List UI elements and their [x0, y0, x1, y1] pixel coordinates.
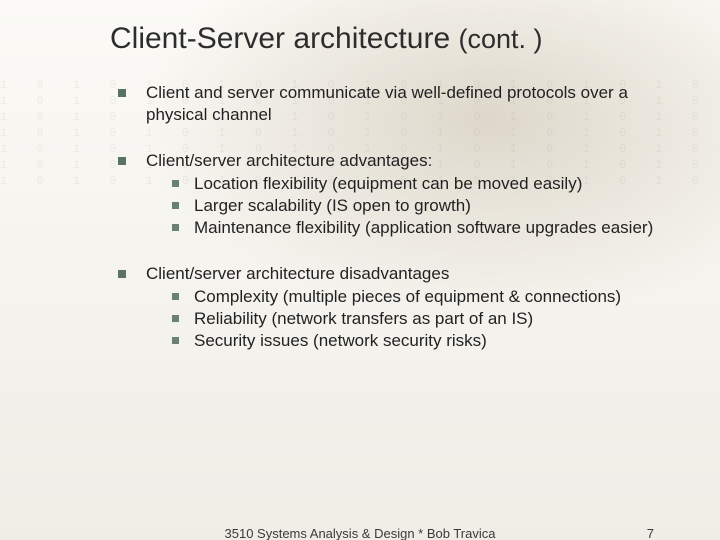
bullet-item: Client/server architecture disadvantages…	[118, 263, 666, 352]
footer-course: 3510 Systems Analysis & Design * Bob Tra…	[0, 526, 720, 540]
slide-title: Client-Server architecture (cont. )	[110, 22, 666, 56]
sub-list: Complexity (multiple pieces of equipment…	[172, 286, 666, 351]
bullet-text: Client/server architecture disadvantages	[146, 264, 449, 283]
sub-list: Location flexibility (equipment can be m…	[172, 173, 666, 238]
slide: Client-Server architecture (cont. ) Clie…	[0, 0, 720, 540]
sub-item: Security issues (network security risks)	[172, 330, 666, 352]
title-cont: (cont. )	[458, 24, 542, 54]
bullet-text: Client/server architecture advantages:	[146, 151, 432, 170]
sub-item: Reliability (network transfers as part o…	[172, 308, 666, 330]
sub-item: Location flexibility (equipment can be m…	[172, 173, 666, 195]
bullet-item: Client and server communicate via well-d…	[118, 82, 666, 126]
bullet-list: Client and server communicate via well-d…	[118, 82, 666, 352]
bullet-item: Client/server architecture advantages: L…	[118, 150, 666, 239]
page-number: 7	[647, 526, 654, 540]
sub-item: Maintenance flexibility (application sof…	[172, 217, 666, 239]
sub-item: Larger scalability (IS open to growth)	[172, 195, 666, 217]
title-main: Client-Server architecture	[110, 22, 450, 55]
bullet-text: Client and server communicate via well-d…	[146, 83, 628, 124]
sub-item: Complexity (multiple pieces of equipment…	[172, 286, 666, 308]
